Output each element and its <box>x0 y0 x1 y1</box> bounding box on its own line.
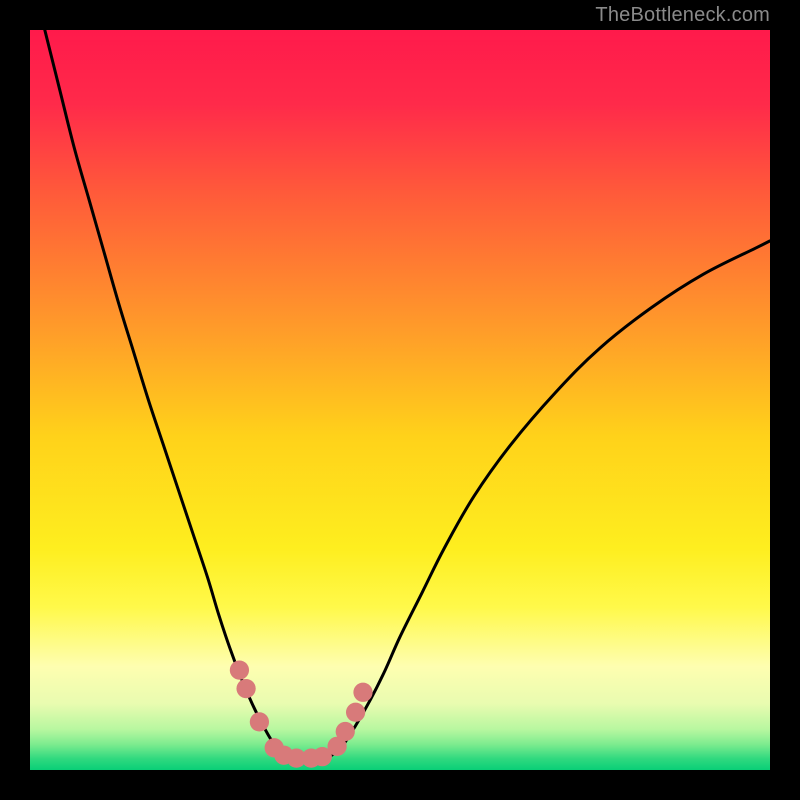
series-right-branch <box>326 241 770 759</box>
marker-point <box>250 712 269 731</box>
marker-point <box>230 660 249 679</box>
marker-point <box>236 679 255 698</box>
outer-frame: TheBottleneck.com <box>0 0 800 800</box>
plot-area <box>30 30 770 770</box>
curve-layer <box>30 30 770 770</box>
marker-point <box>346 703 365 722</box>
marker-point <box>353 683 372 702</box>
series-left-branch <box>45 30 289 759</box>
watermark-text: TheBottleneck.com <box>595 4 770 27</box>
marker-point <box>336 722 355 741</box>
